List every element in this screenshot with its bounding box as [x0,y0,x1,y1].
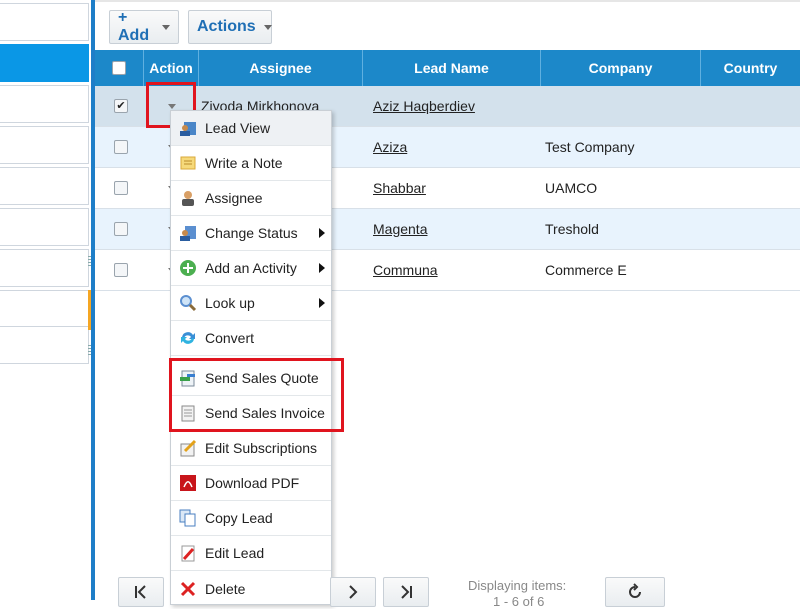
delete-icon [179,580,197,598]
sidebar-item-8[interactable] [0,290,89,328]
last-page-icon [401,585,412,599]
menu-item-label: Write a Note [205,155,283,171]
last-page-button[interactable] [383,577,429,607]
menu-item-label: Send Sales Quote [205,370,319,386]
chevron-down-icon [263,24,272,30]
sales-invoice-icon [179,404,197,422]
menu-item-label: Download PDF [205,475,300,491]
row-company: UAMCO [545,180,598,196]
toolbar: + Add Actions [95,3,800,49]
menu-item-convert[interactable]: Convert [171,321,331,356]
note-icon [179,154,197,172]
menu-item-lead-view[interactable]: Lead View [171,111,331,146]
menu-item-label: Convert [205,330,255,346]
sidebar-item-3[interactable] [0,85,89,123]
menu-item-edit-lead[interactable]: Edit Lead [171,536,331,571]
sidebar-item-1[interactable] [0,3,89,41]
add-button-label: + Add [118,9,150,44]
sidebar-item-9[interactable] [0,326,89,364]
row-lead-name-link[interactable]: Shabbar [373,180,426,196]
row-lead-name-link[interactable]: Aziz Haqberdiev [373,98,475,114]
menu-item-label: Lead View [205,120,271,136]
row-lead-name-link[interactable]: Aziza [373,139,407,155]
row-checkbox[interactable] [114,140,128,154]
next-page-icon [349,585,358,599]
menu-item-label: Edit Lead [205,545,265,561]
menu-item-label: Look up [205,295,255,311]
sidebar-item-4[interactable] [0,126,89,164]
menu-item-copy-lead[interactable]: Copy Lead [171,501,331,536]
submenu-arrow-icon [319,263,325,273]
actions-button-label: Actions [197,18,256,35]
left-sidebar [0,0,91,600]
column-header-company[interactable]: Company [541,50,701,86]
sidebar-item-7[interactable] [0,249,89,287]
row-lead-name-link[interactable]: Magenta [373,221,427,237]
pager-display-count: 1 - 6 of 6 [493,594,545,609]
menu-item-label: Add an Activity [205,260,297,276]
submenu-arrow-icon [319,298,325,308]
submenu-arrow-icon [319,228,325,238]
column-header-country[interactable]: Country [701,50,800,86]
lead-view-icon [179,119,197,137]
sidebar-item-6[interactable] [0,208,89,246]
convert-icon [179,329,197,347]
menu-item-write-note[interactable]: Write a Note [171,146,331,181]
add-button[interactable]: + Add [109,9,179,44]
menu-item-add-activity[interactable]: Add an Activity [171,251,331,286]
menu-item-label: Send Sales Invoice [205,405,325,421]
sales-quote-icon [179,369,197,387]
menu-item-label: Copy Lead [205,510,273,526]
top-border [95,0,800,2]
first-page-button[interactable] [118,577,164,607]
magnifier-icon [179,294,197,312]
row-company: Treshold [545,221,599,237]
menu-item-send-sales-invoice[interactable]: Send Sales Invoice [171,396,331,431]
row-action-menu: Lead View Write a Note Assignee Change S… [170,110,332,605]
row-action-caret-icon[interactable] [168,103,176,109]
change-status-icon [179,224,197,242]
column-header-action[interactable]: Action [144,50,199,86]
actions-button[interactable]: Actions [188,10,272,44]
menu-item-assignee[interactable]: Assignee [171,181,331,216]
column-header-assignee[interactable]: Assignee [199,50,363,86]
header-select-all [95,50,144,86]
pdf-icon [179,474,197,492]
row-checkbox[interactable] [114,263,128,277]
edit-subscriptions-icon [179,439,197,457]
menu-item-label: Assignee [205,190,263,206]
row-company: Test Company [545,139,635,155]
edit-icon [179,544,197,562]
menu-item-change-status[interactable]: Change Status [171,216,331,251]
column-header-lead-name[interactable]: Lead Name [363,50,541,86]
menu-item-download-pdf[interactable]: Download PDF [171,466,331,501]
grid-header: Action Assignee Lead Name Company Countr… [95,50,800,86]
menu-item-label: Edit Subscriptions [205,440,318,456]
row-lead-name-link[interactable]: Communa [373,262,438,278]
refresh-icon [629,583,641,598]
row-checkbox[interactable] [114,222,128,236]
pager-display-text: Displaying items: [468,578,567,593]
refresh-button[interactable] [605,577,665,607]
assignee-icon [179,189,197,207]
menu-item-send-sales-quote[interactable]: Send Sales Quote [171,361,331,396]
first-page-icon [135,585,146,599]
menu-item-delete[interactable]: Delete [171,571,331,606]
add-activity-icon [179,259,197,277]
row-checkbox[interactable]: ✔ [114,99,128,113]
menu-item-label: Change Status [205,225,298,241]
menu-item-label: Delete [205,580,246,597]
row-checkbox[interactable] [114,181,128,195]
sidebar-item-active[interactable] [0,44,89,82]
select-all-checkbox[interactable] [112,61,126,75]
menu-item-look-up[interactable]: Look up [171,286,331,321]
menu-item-edit-subscriptions[interactable]: Edit Subscriptions [171,431,331,466]
chevron-down-icon [162,24,170,30]
sidebar-item-5[interactable] [0,167,89,205]
next-page-button[interactable] [330,577,376,607]
row-company: Commerce E [545,262,627,278]
copy-icon [179,509,197,527]
